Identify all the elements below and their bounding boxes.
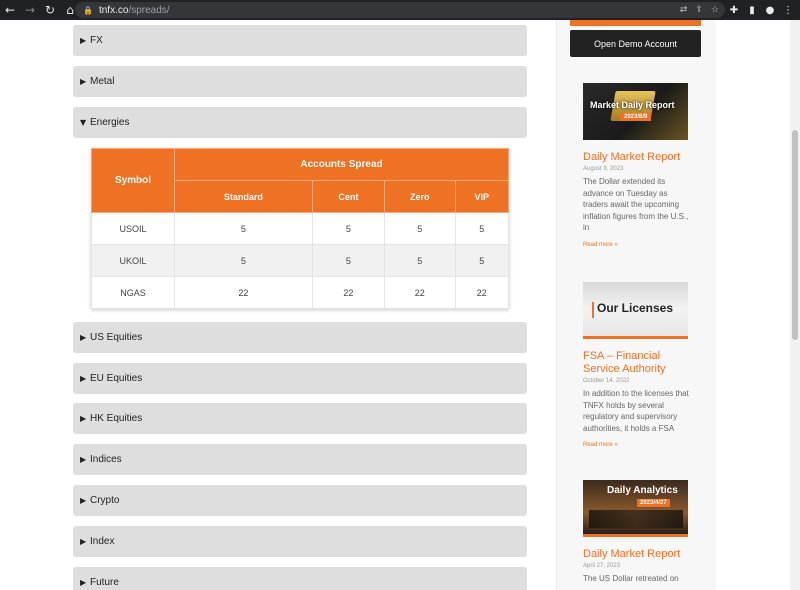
open-demo-account-button[interactable]: Open Demo Account bbox=[570, 30, 701, 57]
expand-arrow-icon: ▶ bbox=[80, 455, 87, 464]
url-path: /spreads/ bbox=[128, 4, 170, 16]
post-title-link[interactable]: Daily Market Report bbox=[583, 151, 693, 164]
sidebar-post: Market Daily Report 2023/8/9 Daily Marke… bbox=[583, 83, 693, 248]
scrollbar-thumb[interactable] bbox=[792, 130, 798, 340]
accordion-label: Index bbox=[90, 536, 115, 547]
url-host: tnfx.co bbox=[98, 4, 129, 16]
translate-icon[interactable]: ⇄ bbox=[680, 5, 688, 15]
accordion-index[interactable]: ▶ Index bbox=[73, 526, 527, 557]
table-cell: 22 bbox=[383, 276, 456, 309]
table-cell: 5 bbox=[311, 244, 385, 277]
sidebar-post: Our Licenses FSA – Financial Service Aut… bbox=[583, 282, 693, 448]
accordion-indices[interactable]: ▶ Indices bbox=[73, 444, 527, 475]
browser-toolbar: ← → ↻ ⌂ 🔒 tnfx.co /spreads/ ⇄ ⇪ ☆ ✚ ▮ ● … bbox=[0, 0, 800, 20]
post-date: April 27, 2023 bbox=[583, 563, 621, 569]
bookmark-star-icon[interactable]: ☆ bbox=[711, 5, 719, 15]
sidebar-post: Daily Analytics 2023/4/27 Daily Market R… bbox=[583, 480, 693, 585]
column-header: Cent bbox=[311, 180, 385, 213]
table-cell: 5 bbox=[454, 244, 510, 277]
table-cell: 5 bbox=[174, 244, 313, 277]
column-header: Standard bbox=[174, 180, 313, 213]
accordion-label: Future bbox=[90, 577, 119, 588]
accordion-label: US Equities bbox=[90, 332, 143, 343]
collapse-arrow-icon: ▼ bbox=[80, 118, 87, 127]
column-header: Zero bbox=[383, 180, 456, 213]
title-bar-accent bbox=[592, 302, 594, 318]
table-cell: 5 bbox=[383, 212, 456, 245]
post-date: October 14, 2022 bbox=[583, 378, 630, 384]
table-cell: 22 bbox=[311, 276, 385, 309]
menu-icon[interactable]: ⋮ bbox=[782, 5, 794, 16]
accordion-energies[interactable]: ▼ Energies bbox=[73, 107, 527, 138]
thumbnail-title: Market Daily Report bbox=[590, 100, 675, 110]
post-excerpt: In addition to the licenses that TNFX ho… bbox=[583, 389, 689, 433]
accordion-crypto[interactable]: ▶ Crypto bbox=[73, 485, 527, 516]
expand-arrow-icon: ▶ bbox=[80, 374, 87, 383]
expand-arrow-icon: ▶ bbox=[80, 36, 87, 45]
read-more-link[interactable]: Read more » bbox=[583, 442, 693, 448]
page-content: ▶ FX ▶ Metal ▼ Energies Symbol Accounts … bbox=[0, 20, 790, 590]
back-icon[interactable]: ← bbox=[0, 0, 20, 20]
accordion-fx[interactable]: ▶ FX bbox=[73, 25, 527, 56]
thumbnail-date-tag: 2023/8/9 bbox=[620, 113, 652, 121]
table-row: NGAS 22 22 22 22 bbox=[91, 276, 510, 309]
accordion-label: Metal bbox=[90, 76, 115, 87]
expand-arrow-icon: ▶ bbox=[80, 414, 87, 423]
symbol-cell: UKOIL bbox=[91, 244, 175, 277]
oil-rig-silhouette-image bbox=[589, 510, 683, 528]
thumbnail-date-tag: 2023/4/27 bbox=[637, 499, 670, 507]
forward-icon[interactable]: → bbox=[20, 0, 40, 20]
expand-arrow-icon: ▶ bbox=[80, 496, 87, 505]
post-title-link[interactable]: FSA – Financial Service Authority bbox=[583, 350, 693, 376]
side-panel-icon[interactable]: ▮ bbox=[746, 5, 758, 16]
read-more-link[interactable]: Read more » bbox=[583, 242, 693, 248]
thumbnail-title: Daily Analytics bbox=[607, 485, 678, 496]
accordion-hk-equities[interactable]: ▶ HK Equities bbox=[73, 403, 527, 434]
expand-arrow-icon: ▶ bbox=[80, 537, 87, 546]
accordion-label: HK Equities bbox=[90, 413, 143, 424]
extensions-icon[interactable]: ✚ bbox=[728, 5, 740, 16]
page-scrollbar[interactable] bbox=[790, 20, 800, 590]
table-cell: 22 bbox=[454, 276, 510, 309]
accordion-metal[interactable]: ▶ Metal bbox=[73, 66, 527, 97]
symbol-cell: USOIL bbox=[91, 212, 175, 245]
live-account-button[interactable] bbox=[570, 20, 701, 26]
accounts-spread-header: Accounts Spread bbox=[174, 148, 509, 181]
post-thumbnail[interactable]: Market Daily Report 2023/8/9 bbox=[583, 83, 688, 140]
post-thumbnail[interactable]: Our Licenses bbox=[583, 282, 688, 339]
address-bar[interactable]: 🔒 tnfx.co /spreads/ ⇄ ⇪ ☆ bbox=[75, 2, 725, 18]
accordion-future[interactable]: ▶ Future bbox=[73, 567, 527, 590]
profile-icon[interactable]: ● bbox=[764, 5, 776, 16]
post-excerpt: The Dollar extended its advance on Tuesd… bbox=[583, 177, 689, 233]
lock-icon: 🔒 bbox=[83, 5, 93, 15]
table-cell: 5 bbox=[383, 244, 456, 277]
share-icon[interactable]: ⇪ bbox=[695, 5, 703, 15]
table-row: UKOIL 5 5 5 5 bbox=[91, 244, 510, 277]
table-row: USOIL 5 5 5 5 bbox=[91, 212, 510, 245]
table-cell: 5 bbox=[454, 212, 510, 245]
accordion-eu-equities[interactable]: ▶ EU Equities bbox=[73, 363, 527, 394]
accordion-label: EU Equities bbox=[90, 373, 143, 384]
column-header: VIP bbox=[454, 180, 510, 213]
table-cell: 5 bbox=[174, 212, 313, 245]
accordion-us-equities[interactable]: ▶ US Equities bbox=[73, 322, 527, 353]
accordion-label: FX bbox=[90, 35, 103, 46]
expand-arrow-icon: ▶ bbox=[80, 77, 87, 86]
expand-arrow-icon: ▶ bbox=[80, 333, 87, 342]
symbol-header: Symbol bbox=[91, 148, 175, 213]
post-title-link[interactable]: Daily Market Report bbox=[583, 548, 693, 561]
table-cell: 5 bbox=[311, 212, 385, 245]
post-thumbnail[interactable]: Daily Analytics 2023/4/27 bbox=[583, 480, 688, 537]
accordion-label: Energies bbox=[90, 117, 130, 128]
energies-spread-table: Symbol Accounts Spread Standard Cent Zer… bbox=[91, 148, 510, 309]
thumbnail-title: Our Licenses bbox=[597, 301, 674, 315]
accordion-label: Indices bbox=[90, 454, 122, 465]
accordion-label: Crypto bbox=[90, 495, 120, 506]
expand-arrow-icon: ▶ bbox=[80, 578, 87, 587]
reload-icon[interactable]: ↻ bbox=[40, 0, 60, 20]
post-excerpt: The US Dollar retreated on bbox=[583, 574, 679, 583]
symbol-cell: NGAS bbox=[91, 276, 175, 309]
table-cell: 22 bbox=[174, 276, 313, 309]
post-date: August 9, 2023 bbox=[583, 166, 624, 172]
